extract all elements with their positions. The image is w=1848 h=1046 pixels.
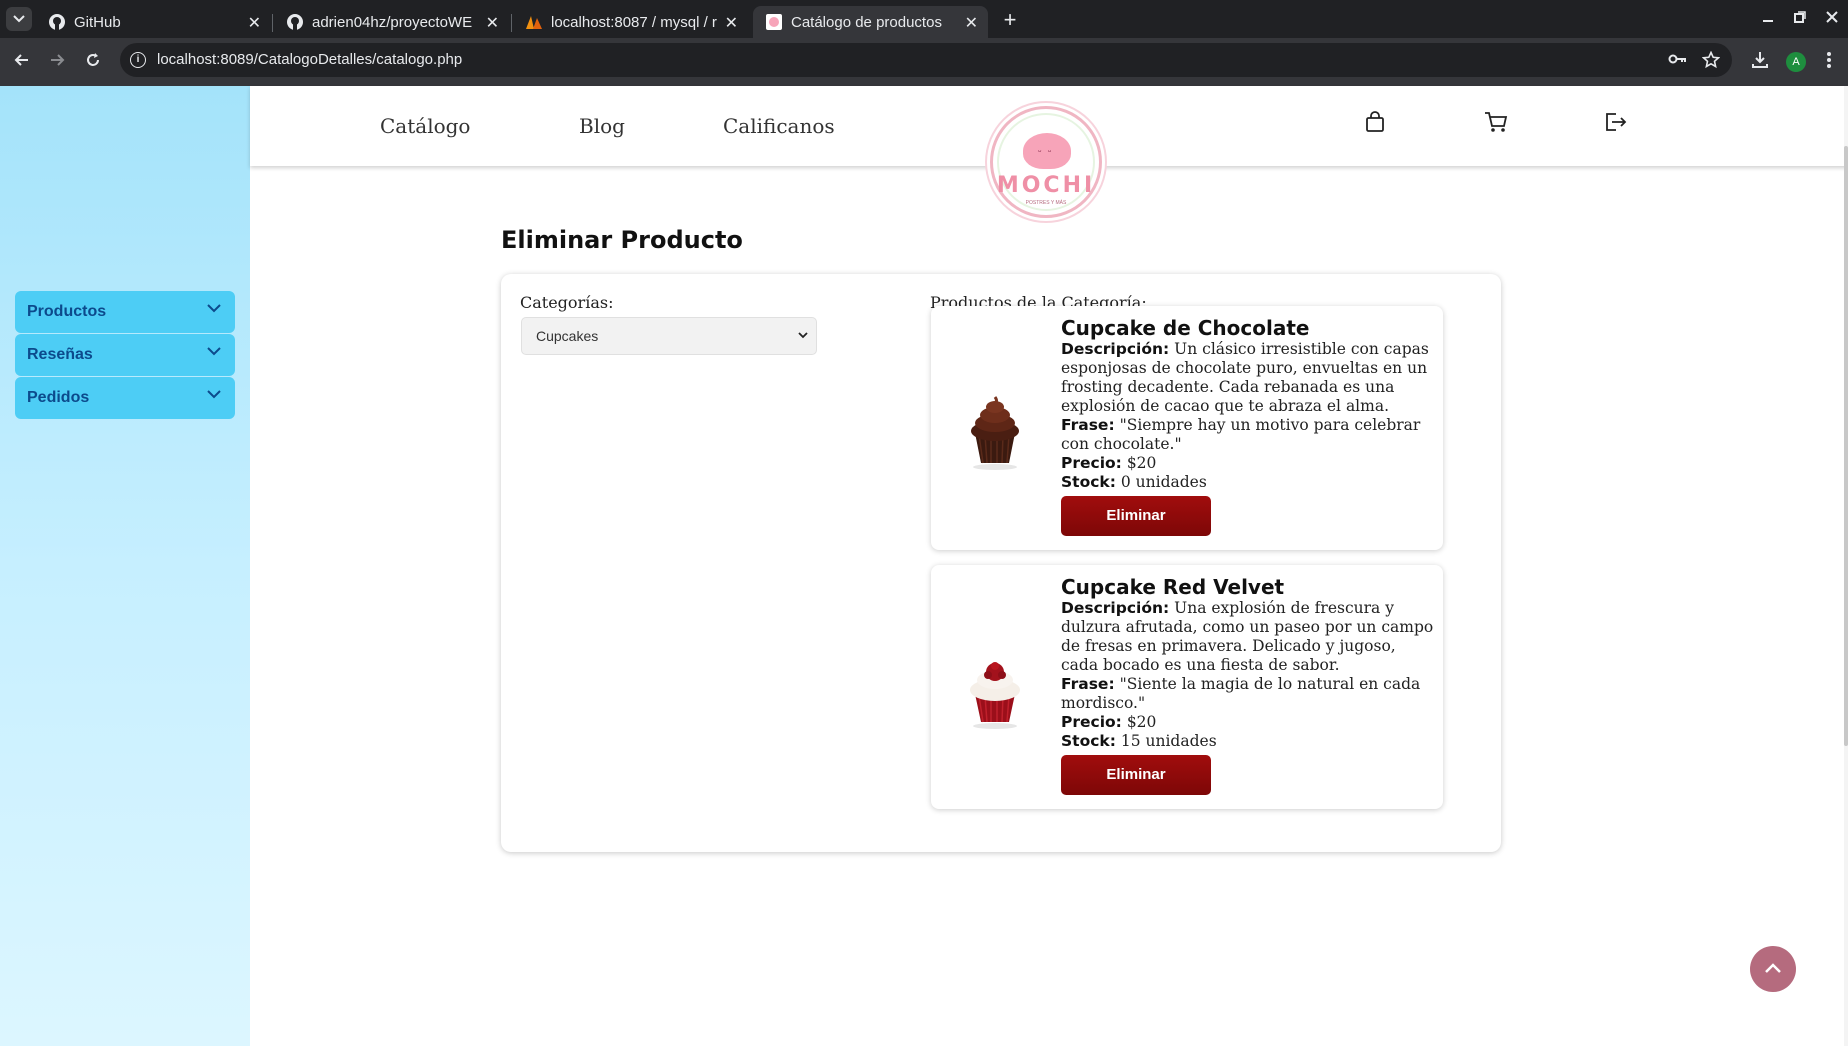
sidebar-item-label: Pedidos — [27, 389, 90, 406]
page-title: Eliminar Producto — [501, 226, 743, 254]
new-tab-button[interactable]: + — [996, 6, 1024, 34]
stock-label: Stock: — [1061, 473, 1116, 491]
price-label: Precio: — [1061, 713, 1122, 731]
close-icon[interactable]: ✕ — [965, 13, 978, 33]
sidebar-item-productos[interactable]: Productos — [15, 291, 235, 333]
logo-text: MOCHI — [996, 173, 1096, 198]
browser-toolbar: i localhost:8089/CatalogoDetalles/catalo… — [0, 38, 1848, 86]
tab-catalogo-active[interactable]: Catálogo de productos ✕ — [753, 6, 988, 38]
shopping-bag-icon[interactable] — [1363, 110, 1391, 138]
minimize-icon[interactable] — [1762, 10, 1774, 26]
chevron-down-icon — [13, 15, 25, 23]
sidebar-item-label: Reseñas — [27, 346, 93, 363]
nav-link-blog[interactable]: Blog — [579, 114, 625, 138]
delete-button[interactable]: Eliminar — [1061, 496, 1211, 536]
reload-icon[interactable] — [83, 50, 107, 74]
tab-label: adrien04hz/proyectoWE — [312, 13, 473, 31]
product-phrase: Frase: "Siente la magia de lo natural en… — [1061, 675, 1436, 713]
stock-label: Stock: — [1061, 732, 1116, 750]
bookmark-star-icon[interactable] — [1701, 50, 1721, 74]
tab-divider — [272, 14, 273, 32]
price-value: $20 — [1126, 713, 1157, 731]
description-label: Descripción: — [1061, 599, 1170, 617]
tab-search-button[interactable] — [6, 7, 32, 31]
product-name: Cupcake de Chocolate — [1061, 316, 1310, 340]
product-phrase: Frase: "Siempre hay un motivo para celeb… — [1061, 416, 1436, 454]
tab-github-repo[interactable]: adrien04hz/proyectoWE ✕ — [274, 6, 509, 38]
chevron-up-icon — [1765, 963, 1781, 973]
forward-icon[interactable] — [47, 50, 71, 74]
close-icon[interactable]: ✕ — [725, 13, 738, 33]
cart-icon[interactable] — [1483, 110, 1511, 138]
product-name: Cupcake Red Velvet — [1061, 575, 1285, 599]
chevron-down-icon — [207, 390, 221, 399]
password-key-icon[interactable] — [1668, 51, 1688, 72]
product-stock: Stock: 15 unidades — [1061, 732, 1436, 751]
restore-icon[interactable] — [1794, 10, 1806, 26]
description-label: Descripción: — [1061, 340, 1170, 358]
download-icon[interactable] — [1750, 50, 1770, 75]
product-description: Descripción: Una explosión de frescura y… — [1061, 599, 1436, 675]
logo-subtitle: POSTRES Y MÁS — [1025, 200, 1067, 206]
github-icon — [48, 13, 66, 31]
browser-tab-bar: GitHub ✕ adrien04hz/proyectoWE ✕ localho… — [0, 0, 1848, 38]
window-close-icon[interactable] — [1826, 10, 1838, 26]
mochi-face-icon: ᵕ ᵕ — [1038, 146, 1054, 156]
back-to-top-button[interactable] — [1750, 946, 1796, 992]
back-icon[interactable] — [12, 50, 36, 74]
tab-github[interactable]: GitHub ✕ — [36, 6, 271, 38]
phrase-text: "Siempre hay un motivo para celebrar con… — [1061, 416, 1421, 453]
phpmyadmin-icon — [525, 13, 543, 31]
mochi-favicon-icon — [765, 13, 783, 31]
mochi-logo[interactable]: ᵕ ᵕ MOCHI POSTRES Y MÁS — [990, 106, 1102, 218]
cupcake-red-velvet-image — [961, 650, 1029, 730]
cupcake-chocolate-image — [961, 391, 1029, 471]
site-info-icon[interactable]: i — [130, 52, 146, 68]
tab-label: GitHub — [74, 13, 121, 31]
close-icon[interactable]: ✕ — [248, 13, 261, 33]
product-stock: Stock: 0 unidades — [1061, 473, 1436, 492]
sidebar-item-pedidos[interactable]: Pedidos — [15, 377, 235, 419]
sidebar-item-resenas[interactable]: Reseñas — [15, 334, 235, 376]
tab-phpmyadmin[interactable]: localhost:8087 / mysql / r ✕ — [513, 6, 748, 38]
admin-sidebar: Productos Reseñas Pedidos — [0, 86, 250, 1046]
kebab-menu-icon[interactable] — [1826, 50, 1832, 75]
tab-label: localhost:8087 / mysql / r — [551, 13, 717, 31]
phrase-text: "Siente la magia de lo natural en cada m… — [1061, 675, 1421, 712]
github-icon — [286, 13, 304, 31]
scrollbar-thumb[interactable] — [1844, 146, 1848, 746]
chevron-down-icon — [798, 332, 808, 339]
phrase-label: Frase: — [1061, 675, 1115, 693]
tab-label: Catálogo de productos — [791, 13, 942, 31]
logout-icon[interactable] — [1603, 110, 1631, 138]
product-price: Precio: $20 — [1061, 454, 1436, 473]
product-description: Descripción: Un clásico irresistible con… — [1061, 340, 1436, 416]
sidebar-item-label: Productos — [27, 303, 107, 320]
categories-label: Categorías: — [520, 293, 614, 312]
delete-product-panel: Categorías: Cupcakes Productos de la Cat… — [501, 274, 1501, 852]
delete-button[interactable]: Eliminar — [1061, 755, 1211, 795]
category-select[interactable]: Cupcakes — [521, 317, 817, 355]
stock-value: 15 unidades — [1120, 732, 1217, 750]
nav-link-calificanos[interactable]: Calificanos — [723, 114, 835, 138]
price-value: $20 — [1126, 454, 1157, 472]
stock-value: 0 unidades — [1120, 473, 1207, 491]
product-info: Cupcake Red Velvet Descripción: Una expl… — [1061, 575, 1436, 751]
page-viewport: Productos Reseñas Pedidos Catálogo Blog … — [0, 86, 1848, 1046]
product-info: Cupcake de Chocolate Descripción: Un clá… — [1061, 316, 1436, 492]
tab-divider — [511, 14, 512, 32]
close-icon[interactable]: ✕ — [486, 13, 499, 33]
product-price: Precio: $20 — [1061, 713, 1436, 732]
chevron-down-icon — [207, 304, 221, 313]
address-bar[interactable]: i localhost:8089/CatalogoDetalles/catalo… — [120, 43, 1732, 77]
nav-link-catalogo[interactable]: Catálogo — [380, 114, 470, 138]
selected-category: Cupcakes — [536, 328, 599, 344]
product-card: Cupcake Red Velvet Descripción: Una expl… — [931, 565, 1443, 809]
price-label: Precio: — [1061, 454, 1122, 472]
url-text[interactable]: localhost:8089/CatalogoDetalles/catalogo… — [157, 51, 462, 68]
chevron-down-icon — [207, 347, 221, 356]
phrase-label: Frase: — [1061, 416, 1115, 434]
product-card: Cupcake de Chocolate Descripción: Un clá… — [931, 306, 1443, 550]
profile-avatar[interactable]: A — [1786, 52, 1806, 72]
